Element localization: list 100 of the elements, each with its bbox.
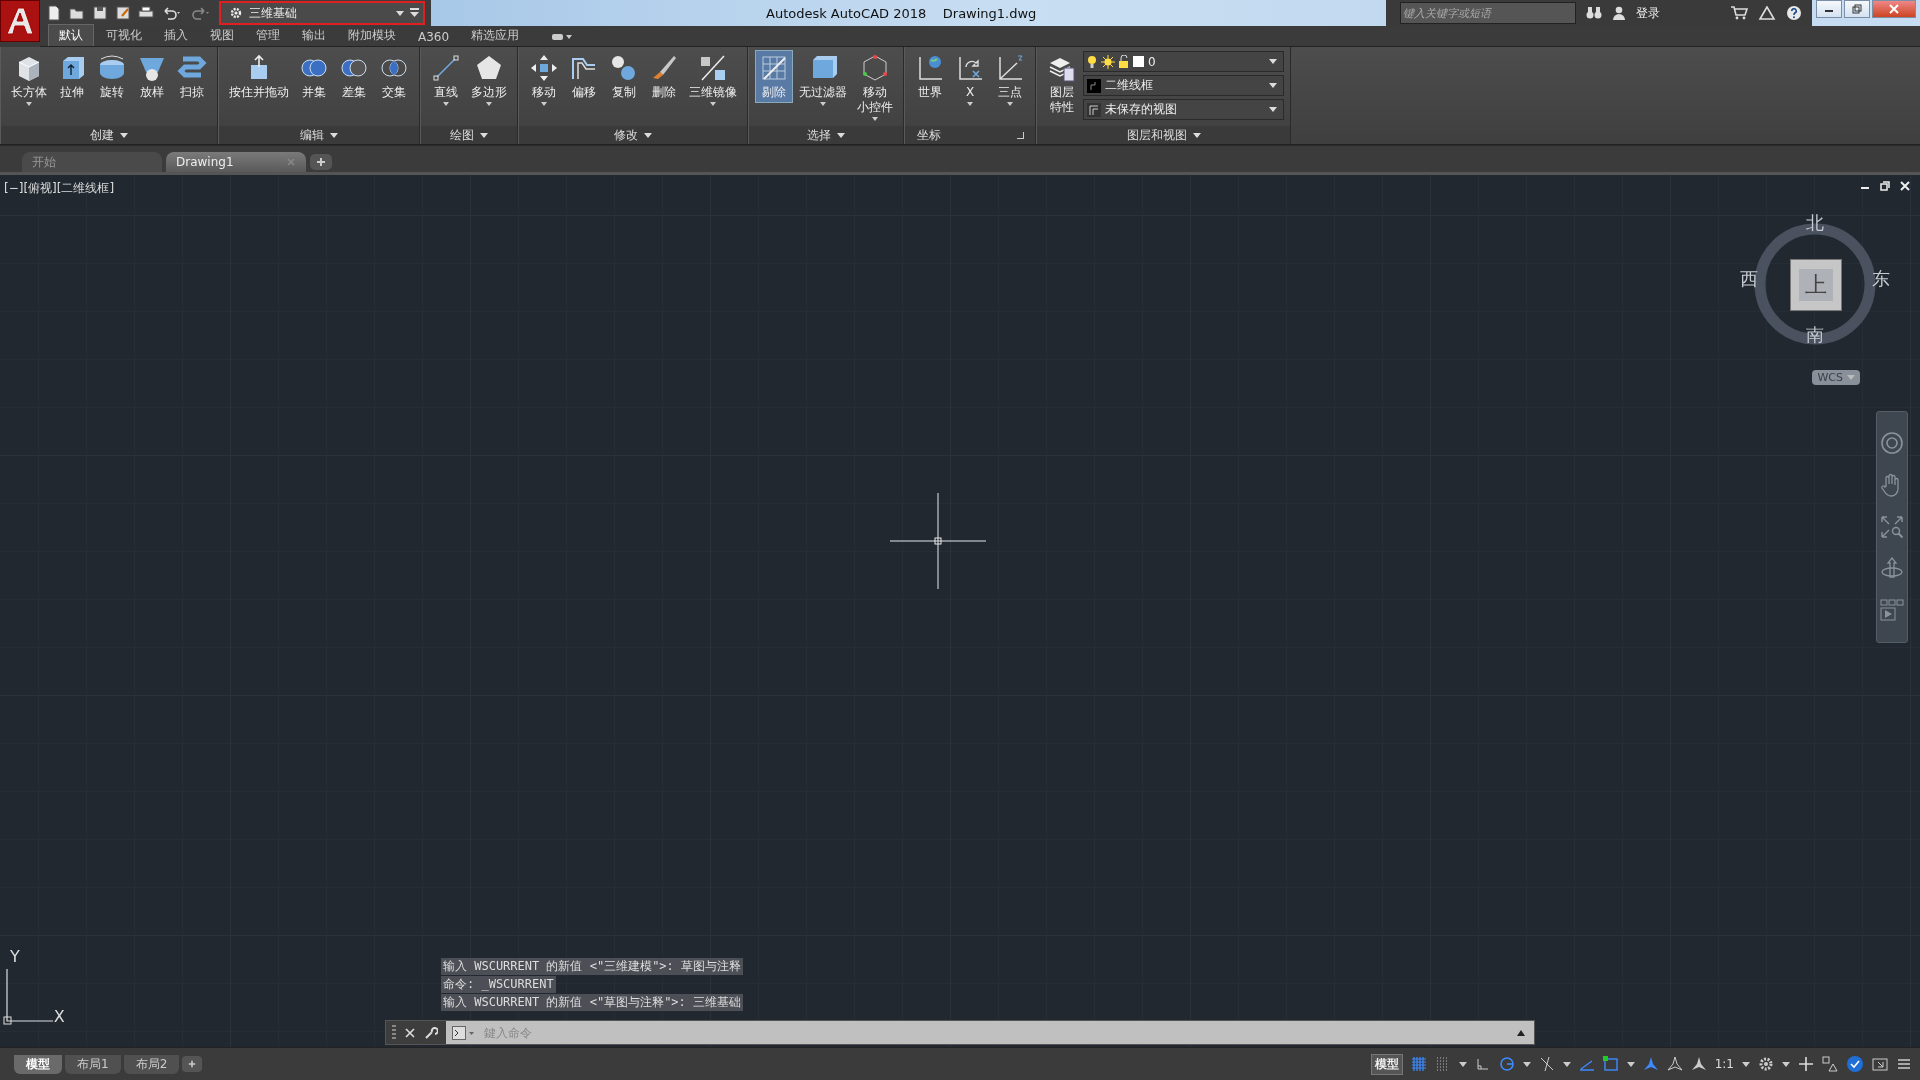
- ribbon-tab[interactable]: 视图: [200, 25, 244, 46]
- ribbon-tool-button[interactable]: 剔除: [755, 50, 793, 103]
- panel-title[interactable]: 修改: [614, 126, 638, 144]
- layer-properties-button[interactable]: 图层 特性: [1043, 50, 1081, 118]
- command-prompt-icon[interactable]: [452, 1025, 476, 1040]
- compass-label[interactable]: 北: [1806, 211, 1824, 235]
- ribbon-tool-button[interactable]: 并集: [295, 50, 333, 103]
- caret-icon[interactable]: [1522, 1061, 1531, 1067]
- ribbon-tool-button[interactable]: 移动 小控件: [853, 50, 897, 124]
- new-tab-button[interactable]: [310, 154, 332, 170]
- panel-title[interactable]: 坐标: [916, 126, 941, 144]
- new-file-icon[interactable]: [46, 5, 62, 21]
- print-icon[interactable]: [138, 5, 154, 21]
- ribbon-tab[interactable]: 管理: [246, 25, 290, 46]
- ribbon-tool-button[interactable]: 放样: [133, 50, 171, 103]
- caret-icon[interactable]: [480, 132, 488, 138]
- panel-title[interactable]: 编辑: [300, 126, 324, 144]
- expand-history-icon[interactable]: [1516, 1028, 1526, 1037]
- caret-icon[interactable]: [1562, 1061, 1571, 1067]
- layout-tab[interactable]: 布局2: [123, 1054, 180, 1074]
- viewport-controls[interactable]: [−][俯视][二维线框]: [4, 180, 115, 197]
- ribbon-tool-button[interactable]: 长方体: [7, 50, 51, 109]
- isodraft-icon[interactable]: [1538, 1056, 1555, 1072]
- osnap-icon[interactable]: [1602, 1056, 1619, 1072]
- restore-icon[interactable]: [1880, 181, 1890, 191]
- hardware-acceleration-icon[interactable]: [1846, 1055, 1864, 1073]
- caret-icon[interactable]: [1192, 132, 1201, 138]
- app-menu-button[interactable]: [0, 0, 40, 42]
- cart-icon[interactable]: [1730, 6, 1748, 20]
- polar-icon[interactable]: [1498, 1056, 1515, 1072]
- ribbon-tool-button[interactable]: 三维镜像: [685, 50, 741, 109]
- ribbon-tab[interactable]: A360: [408, 28, 460, 46]
- annotation-visibility-icon[interactable]: [1642, 1056, 1659, 1072]
- binoculars-icon[interactable]: [1586, 6, 1602, 20]
- visual-style-dropdown[interactable]: 二维线框: [1083, 75, 1284, 96]
- ribbon-tab[interactable]: 默认: [48, 24, 94, 46]
- menu-icon[interactable]: [1896, 1056, 1912, 1072]
- close-button[interactable]: [1872, 0, 1916, 18]
- caret-icon[interactable]: [1742, 1061, 1750, 1067]
- ribbon-tool-button[interactable]: 差集: [335, 50, 373, 103]
- ribbon-tool-button[interactable]: 多边形: [467, 50, 511, 109]
- panel-title[interactable]: 创建: [90, 126, 114, 144]
- dialog-launcher-icon[interactable]: [1016, 131, 1024, 139]
- minimize-button[interactable]: [1816, 0, 1842, 18]
- plus-icon[interactable]: [1798, 1056, 1814, 1072]
- clean-screen-icon[interactable]: [1872, 1056, 1888, 1072]
- layout-tab[interactable]: 布局1: [65, 1054, 121, 1074]
- caret-icon[interactable]: [1458, 1061, 1467, 1067]
- compass-label[interactable]: 西: [1740, 267, 1758, 291]
- sign-in-link[interactable]: 登录: [1636, 4, 1660, 22]
- caret-icon[interactable]: [837, 132, 845, 138]
- search-field[interactable]: 键入关键字或短语: [1400, 2, 1576, 24]
- redo-icon[interactable]: [190, 5, 212, 21]
- caret-icon[interactable]: [330, 132, 338, 138]
- new-layout-button[interactable]: [182, 1056, 203, 1072]
- ribbon-tool-button[interactable]: 无过滤器: [795, 50, 851, 109]
- showmotion-icon[interactable]: [1880, 599, 1904, 623]
- layer-dropdown[interactable]: 0: [1083, 51, 1284, 72]
- save-icon[interactable]: [92, 5, 108, 21]
- wrench-icon[interactable]: [424, 1025, 438, 1040]
- isolate-objects-icon[interactable]: [1822, 1056, 1838, 1072]
- annotation-scale-icon[interactable]: [1690, 1056, 1707, 1072]
- ribbon-tool-button[interactable]: 按住并拖动: [225, 50, 293, 103]
- compass-label[interactable]: 东: [1872, 267, 1890, 291]
- ribbon-tool-button[interactable]: 世界: [911, 50, 949, 103]
- ribbon-tab[interactable]: 输出: [292, 25, 336, 46]
- ribbon-tab[interactable]: 可视化: [96, 25, 152, 46]
- layout-tab[interactable]: 模型: [14, 1054, 62, 1074]
- ribbon-tab[interactable]: 精选应用: [461, 25, 530, 46]
- customize-icon[interactable]: [410, 8, 419, 18]
- ribbon-tool-button[interactable]: 偏移: [565, 50, 603, 103]
- grip-handle[interactable]: [392, 1024, 396, 1041]
- panel-title[interactable]: 选择: [807, 126, 831, 144]
- open-folder-icon[interactable]: [69, 5, 85, 21]
- ribbon-tool-button[interactable]: 旋转: [93, 50, 131, 103]
- ribbon-tool-button[interactable]: 删除: [645, 50, 683, 103]
- auto-scale-icon[interactable]: [1666, 1056, 1683, 1072]
- caret-icon[interactable]: [1782, 1061, 1790, 1067]
- zoom-extents-icon[interactable]: [1880, 515, 1904, 539]
- annotation-scale-button[interactable]: 1:1: [1714, 1057, 1734, 1071]
- ribbon-tab[interactable]: 插入: [154, 25, 198, 46]
- compass-label[interactable]: 南: [1806, 323, 1824, 347]
- panel-toggle-icon[interactable]: [551, 32, 574, 42]
- steering-wheel-icon[interactable]: [1880, 431, 1904, 455]
- ribbon-tab[interactable]: 附加模块: [338, 25, 406, 46]
- help-icon[interactable]: [1786, 5, 1802, 21]
- ribbon-tool-button[interactable]: 扫掠: [173, 50, 211, 103]
- restore-button[interactable]: [1844, 0, 1870, 18]
- save-as-icon[interactable]: [115, 5, 131, 21]
- model-space-button[interactable]: 模型: [1370, 1053, 1403, 1075]
- undo-icon[interactable]: [161, 5, 183, 21]
- ribbon-tool-button[interactable]: 拉伸: [53, 50, 91, 103]
- ribbon-tool-button[interactable]: 直线: [427, 50, 465, 109]
- ribbon-tool-button[interactable]: 移动: [525, 50, 563, 109]
- viewcube-face[interactable]: 上: [1790, 259, 1842, 311]
- ribbon-tool-button[interactable]: 复制: [605, 50, 643, 103]
- ribbon-tool-button[interactable]: X: [951, 50, 989, 109]
- ortho-icon[interactable]: [1474, 1056, 1491, 1072]
- workspace-dropdown[interactable]: 三维基础: [219, 1, 425, 25]
- grid-icon[interactable]: [1410, 1056, 1427, 1072]
